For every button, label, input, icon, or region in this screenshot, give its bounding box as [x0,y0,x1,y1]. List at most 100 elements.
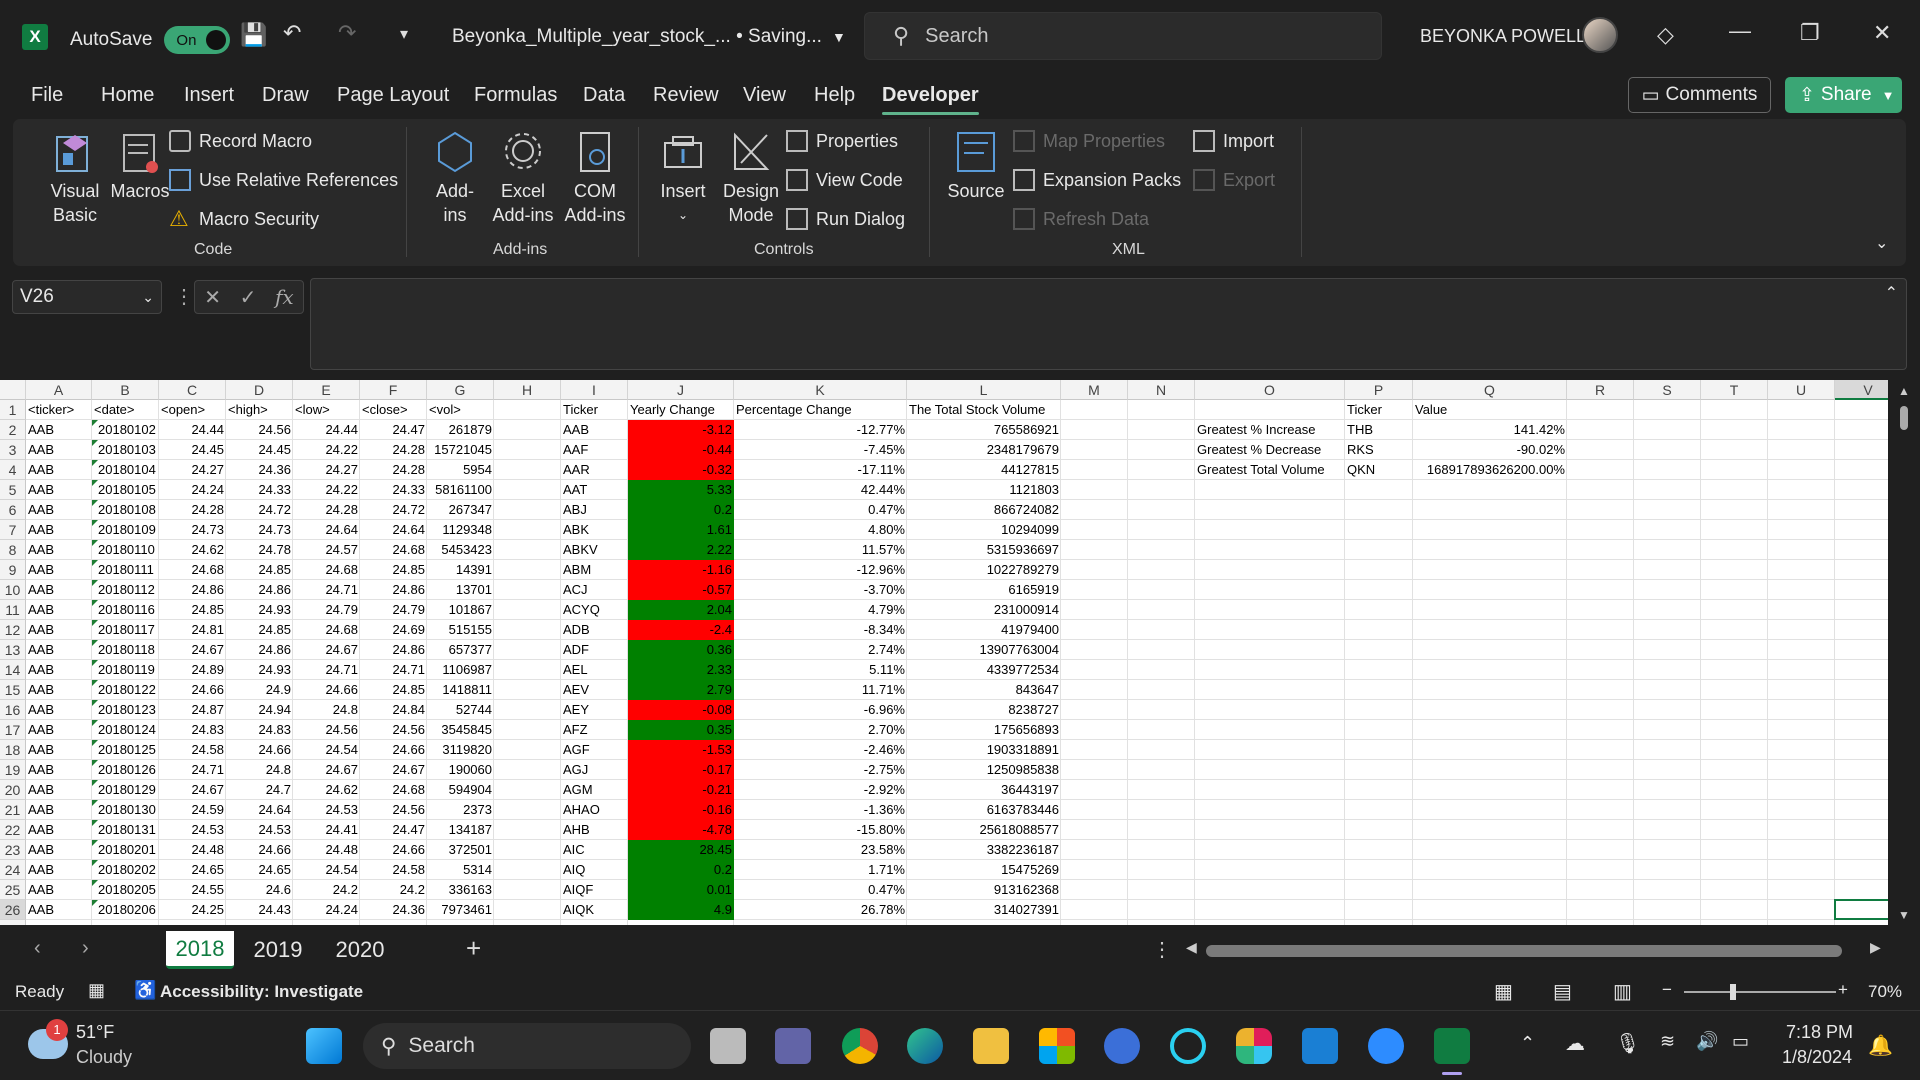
table-cell[interactable]: 24.68 [293,620,360,640]
table-cell[interactable]: 24.83 [159,720,226,740]
notification-bell-icon[interactable]: 🔔 [1868,1033,1893,1058]
enter-icon[interactable]: ✓ [240,285,257,310]
table-cell[interactable]: 231000914 [907,600,1061,620]
diamond-icon[interactable]: ◇ [1657,22,1674,48]
autosave-toggle[interactable]: On [164,26,231,54]
column-header[interactable]: N [1128,380,1195,400]
table-cell[interactable]: -2.46% [734,740,907,760]
table-cell[interactable]: 24.57 [293,540,360,560]
table-cell[interactable]: 20180111 [92,560,159,580]
table-cell[interactable]: 24.64 [293,520,360,540]
table-cell[interactable]: 20180103 [92,440,159,460]
header-cell[interactable]: <close> [360,400,427,420]
table-cell[interactable]: 24.9 [226,680,293,700]
selected-cell[interactable] [1834,899,1888,920]
row-header[interactable]: 17 [0,720,26,740]
table-cell[interactable]: 134187 [427,820,494,840]
zoom-slider-thumb[interactable] [1730,984,1736,1000]
yearly-change-positive-cell[interactable]: 2.22 [628,540,734,560]
tab-file[interactable]: File [31,84,63,107]
row-header[interactable]: 5 [0,480,26,500]
sheet-tab-2020[interactable]: 2020 [326,931,394,969]
table-cell[interactable]: 14391 [427,560,494,580]
table-cell[interactable]: 3119820 [427,740,494,760]
summary-value[interactable]: 168917893626200.00% [1413,460,1567,480]
page-break-view-icon[interactable]: ▥ [1613,979,1632,1004]
table-cell[interactable]: 24.24 [293,900,360,920]
page-layout-view-icon[interactable]: ▤ [1553,979,1572,1004]
table-cell[interactable]: 24.67 [293,640,360,660]
column-header[interactable]: J [628,380,734,400]
table-cell[interactable]: 20180110 [92,540,159,560]
table-cell[interactable]: AAB [26,500,92,520]
table-cell[interactable]: 24.33 [360,480,427,500]
table-cell[interactable]: AHAO [561,800,628,820]
table-cell[interactable]: 24.66 [360,740,427,760]
yearly-change-negative-cell[interactable]: -0.16 [628,800,734,820]
table-cell[interactable]: 24.55 [159,880,226,900]
table-cell[interactable]: 3545845 [427,720,494,740]
excel-add-ins-button[interactable]: Excel Add-ins [488,129,558,227]
column-header[interactable]: E [293,380,360,400]
table-cell[interactable]: 20180131 [92,820,159,840]
table-cell[interactable]: ACYQ [561,600,628,620]
add-ins-button[interactable]: Add- ins [425,129,485,227]
header-cell[interactable]: Yearly Change [628,400,734,420]
table-cell[interactable]: 20180105 [92,480,159,500]
table-cell[interactable]: 24.69 [360,620,427,640]
table-cell[interactable]: 20180109 [92,520,159,540]
table-cell[interactable]: 24.62 [159,540,226,560]
row-header[interactable]: 15 [0,680,26,700]
table-cell[interactable]: -12.77% [734,420,907,440]
table-cell[interactable]: AAB [26,640,92,660]
microsoft-store-icon[interactable] [1039,1028,1075,1064]
table-cell[interactable]: 657377 [427,640,494,660]
table-cell[interactable]: -7.45% [734,440,907,460]
table-cell[interactable]: 24.2 [360,880,427,900]
table-cell[interactable]: AIQ [561,860,628,880]
yearly-change-positive-cell[interactable]: 0.2 [628,860,734,880]
table-cell[interactable]: ABJ [561,500,628,520]
table-cell[interactable]: 24.56 [360,800,427,820]
select-all-corner[interactable] [0,380,26,400]
row-header[interactable]: 13 [0,640,26,660]
scroll-down-icon[interactable]: ▼ [1898,908,1910,922]
header-cell[interactable]: <low> [293,400,360,420]
table-cell[interactable]: ACJ [561,580,628,600]
table-cell[interactable]: 24.71 [360,660,427,680]
column-header[interactable]: H [494,380,561,400]
table-cell[interactable]: 8238727 [907,700,1061,720]
table-cell[interactable]: 1903318891 [907,740,1061,760]
column-header[interactable]: V [1835,380,1888,400]
table-cell[interactable]: 20180124 [92,720,159,740]
table-cell[interactable]: 6163783446 [907,800,1061,820]
clock-time[interactable]: 7:18 PM [1786,1022,1853,1043]
summary-ticker[interactable]: QKN [1345,460,1413,480]
sheet-tab-2019[interactable]: 2019 [244,931,312,969]
table-cell[interactable]: 20180102 [92,420,159,440]
table-cell[interactable]: 24.86 [360,640,427,660]
column-header[interactable]: F [360,380,427,400]
table-cell[interactable]: ABM [561,560,628,580]
collapse-formula-icon[interactable]: ⌃ [1885,283,1898,303]
table-cell[interactable]: 24.67 [159,640,226,660]
header-cell[interactable]: <vol> [427,400,494,420]
table-cell[interactable]: 24.66 [360,840,427,860]
column-header[interactable]: R [1567,380,1634,400]
table-cell[interactable]: 24.85 [226,560,293,580]
save-icon[interactable]: 💾 [240,22,267,48]
visual-basic-button[interactable]: Visual Basic [35,129,115,227]
table-cell[interactable]: AAB [26,800,92,820]
summary-ticker-header[interactable]: Ticker [1345,400,1384,420]
document-title[interactable]: Beyonka_Multiple_year_stock_... • Saving… [452,26,846,48]
yearly-change-negative-cell[interactable]: -4.78 [628,820,734,840]
table-cell[interactable]: 4.80% [734,520,907,540]
table-cell[interactable]: -2.92% [734,780,907,800]
table-cell[interactable]: 2373 [427,800,494,820]
table-cell[interactable]: 20180108 [92,500,159,520]
table-cell[interactable]: AAB [26,680,92,700]
table-cell[interactable]: AGJ [561,760,628,780]
header-cell[interactable]: <open> [159,400,226,420]
map-properties-button[interactable]: Map Properties [1013,130,1165,152]
table-cell[interactable]: 1022789279 [907,560,1061,580]
